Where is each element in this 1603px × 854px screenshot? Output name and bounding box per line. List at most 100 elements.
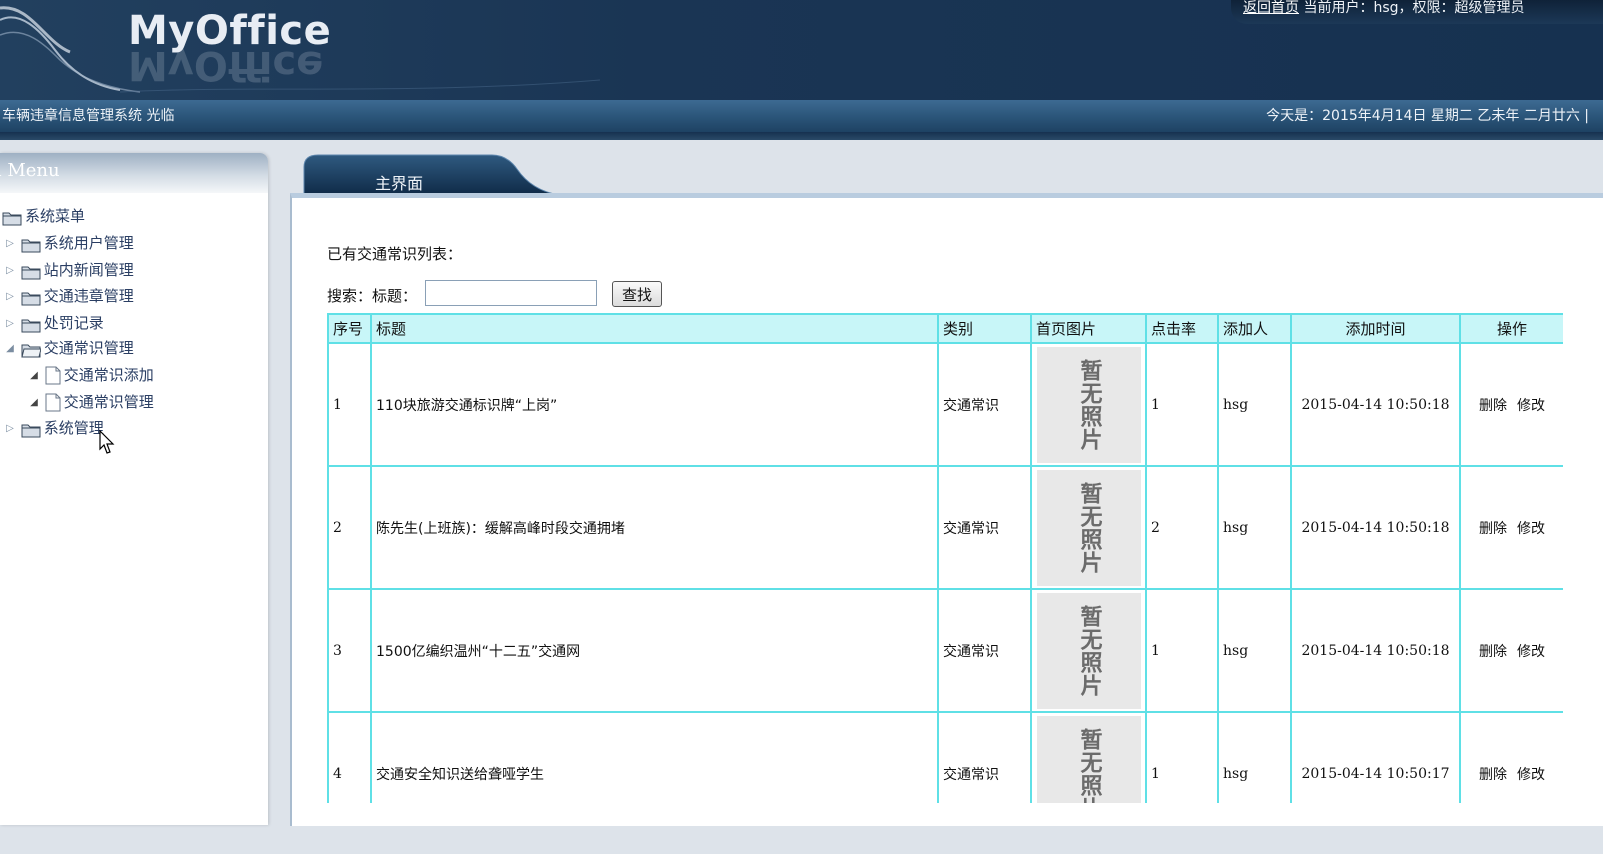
tree-item-system-management[interactable]: ▷ 系统管理: [4, 416, 104, 440]
folder-icon: [2, 209, 22, 225]
delete-link[interactable]: 删除: [1479, 644, 1507, 660]
tree-item-system-users[interactable]: ▷ 系统用户管理: [4, 231, 134, 255]
table-header-row: 序号 标题 类别 首页图片 点击率 添加人 添加时间 操作: [327, 313, 1563, 344]
search-button[interactable]: 查找: [612, 281, 662, 307]
folder-icon: [21, 236, 41, 252]
cell-time: 2015-04-14 10:50:17: [1290, 711, 1461, 803]
cell-author: hsg: [1217, 588, 1292, 713]
current-user-info: 当前用户：hsg，权限：超级管理员: [1303, 0, 1525, 16]
tree-item-traffic-knowledge[interactable]: ◢ 交通常识管理: [4, 336, 134, 360]
leaf-marker-icon: ◢: [30, 369, 38, 381]
app-header: MyOffice MyOffice 返回首页 当前用户：hsg，权限：超级管理员: [0, 0, 1603, 100]
tree-item-label: 站内新闻管理: [43, 261, 134, 279]
page-icon: [45, 366, 61, 385]
user-bar: 返回首页 当前用户：hsg，权限：超级管理员: [1231, 0, 1603, 24]
tree-item-label: 交通常识管理: [43, 339, 134, 357]
mouse-cursor-icon: [99, 430, 115, 454]
knowledge-table: 序号 标题 类别 首页图片 点击率 添加人 添加时间 操作 1 110块旅游交通…: [327, 313, 1563, 803]
expand-arrow-icon[interactable]: ▷: [4, 232, 16, 256]
cell-actions: 删除 修改: [1459, 588, 1563, 713]
cell-image: 暂无照片: [1030, 342, 1147, 467]
cell-id: 4: [327, 711, 372, 803]
cell-time: 2015-04-14 10:50:18: [1290, 342, 1461, 467]
tree-item-traffic-violations[interactable]: ▷ 交通违章管理: [4, 284, 134, 308]
cell-clicks: 1: [1145, 711, 1219, 803]
tree-item-penalty-records[interactable]: ▷ 处罚记录: [4, 311, 104, 335]
cell-category: 交通常识: [937, 342, 1032, 467]
delete-link[interactable]: 删除: [1479, 521, 1507, 537]
expand-arrow-icon[interactable]: ▷: [4, 417, 16, 441]
cell-clicks: 1: [1145, 342, 1219, 467]
cell-clicks: 2: [1145, 465, 1219, 590]
cell-id: 2: [327, 465, 372, 590]
tree-item-label: 处罚记录: [43, 314, 104, 332]
column-header-title: 标题: [370, 313, 939, 344]
table-row: 1 110块旅游交通标识牌“上岗” 交通常识 暂无照片 1 hsg 2015-0…: [327, 342, 1563, 467]
cell-id: 1: [327, 342, 372, 467]
cell-author: hsg: [1217, 342, 1292, 467]
cell-time: 2015-04-14 10:50:18: [1290, 588, 1461, 713]
column-header-actions: 操作: [1459, 313, 1563, 344]
column-header-id: 序号: [327, 313, 372, 344]
folder-open-icon: [21, 341, 42, 357]
expand-arrow-icon[interactable]: ▷: [4, 312, 16, 336]
delete-link[interactable]: 删除: [1479, 398, 1507, 414]
edit-link[interactable]: 修改: [1517, 767, 1545, 783]
cell-image: 暂无照片: [1030, 465, 1147, 590]
system-title: 车辆违章信息管理系统 光临: [2, 108, 175, 124]
main-content: 已有交通常识列表： 搜索：标题： 查找 序号 标题 类别 首页图片 点击率 添加…: [290, 193, 1603, 826]
cell-actions: 删除 修改: [1459, 465, 1563, 590]
expand-arrow-icon[interactable]: ▷: [4, 259, 16, 283]
tab-main[interactable]: [302, 153, 562, 195]
folder-icon: [21, 263, 41, 279]
tree-item-label: 系统用户管理: [43, 234, 134, 252]
tree-item-label: 系统菜单: [25, 207, 86, 225]
folder-icon: [21, 316, 41, 332]
cell-time: 2015-04-14 10:50:18: [1290, 465, 1461, 590]
cell-author: hsg: [1217, 711, 1292, 803]
tree-item-label: 交通常识添加: [63, 366, 154, 384]
tree-item-manage-traffic-knowledge[interactable]: ◢ 交通常识管理: [28, 390, 154, 414]
tree-item-site-news[interactable]: ▷ 站内新闻管理: [4, 258, 134, 282]
cell-image: 暂无照片: [1030, 588, 1147, 713]
cell-title: 陈先生(上班族)：缓解高峰时段交通拥堵: [370, 465, 939, 590]
cell-category: 交通常识: [937, 711, 1032, 803]
folder-icon: [21, 289, 41, 305]
delete-link[interactable]: 删除: [1479, 767, 1507, 783]
home-link[interactable]: 返回首页: [1243, 0, 1299, 16]
column-header-category: 类别: [937, 313, 1032, 344]
knowledge-table-container: 序号 标题 类别 首页图片 点击率 添加人 添加时间 操作 1 110块旅游交通…: [327, 313, 1563, 803]
info-bar: 车辆违章信息管理系统 光临 今天是：2015年4月14日 星期二 乙未年 二月廿…: [0, 100, 1603, 132]
cell-category: 交通常识: [937, 465, 1032, 590]
table-row: 3 1500亿编织温州“十二五”交通网 交通常识 暂无照片 1 hsg 2015…: [327, 588, 1563, 713]
tree-item-label: 交通违章管理: [43, 287, 134, 305]
title-search-input[interactable]: [425, 280, 597, 306]
edit-link[interactable]: 修改: [1517, 644, 1545, 660]
sidebar-title: n Menu: [0, 160, 60, 181]
header-divider: [0, 132, 1603, 140]
cell-category: 交通常识: [937, 588, 1032, 713]
tree-item-add-traffic-knowledge[interactable]: ◢ 交通常识添加: [28, 363, 154, 387]
no-photo-placeholder: 暂无照片: [1036, 346, 1141, 463]
cell-title: 110块旅游交通标识牌“上岗”: [370, 342, 939, 467]
table-row: 4 交通安全知识送给聋哑学生 交通常识 暂无照片 1 hsg 2015-04-1…: [327, 711, 1563, 803]
edit-link[interactable]: 修改: [1517, 521, 1545, 537]
app-logo-reflection-text: MyOffice: [128, 48, 324, 88]
tree-item-label: 交通常识管理: [63, 393, 154, 411]
cell-title: 1500亿编织温州“十二五”交通网: [370, 588, 939, 713]
no-photo-placeholder: 暂无照片: [1036, 592, 1141, 709]
leaf-marker-icon: ◢: [30, 396, 38, 408]
column-header-time: 添加时间: [1290, 313, 1461, 344]
cell-image: 暂无照片: [1030, 711, 1147, 803]
collapse-arrow-icon[interactable]: ◢: [4, 337, 16, 361]
tree-root-system-menu[interactable]: 系统菜单: [2, 204, 85, 228]
list-heading: 已有交通常识列表：: [327, 245, 463, 263]
column-header-image: 首页图片: [1030, 313, 1147, 344]
cell-id: 3: [327, 588, 372, 713]
app-logo-reflection: MyOffice: [128, 48, 323, 88]
no-photo-placeholder: 暂无照片: [1036, 715, 1141, 803]
page-icon: [45, 393, 61, 412]
expand-arrow-icon[interactable]: ▷: [4, 285, 16, 309]
edit-link[interactable]: 修改: [1517, 398, 1545, 414]
column-header-clicks: 点击率: [1145, 313, 1219, 344]
